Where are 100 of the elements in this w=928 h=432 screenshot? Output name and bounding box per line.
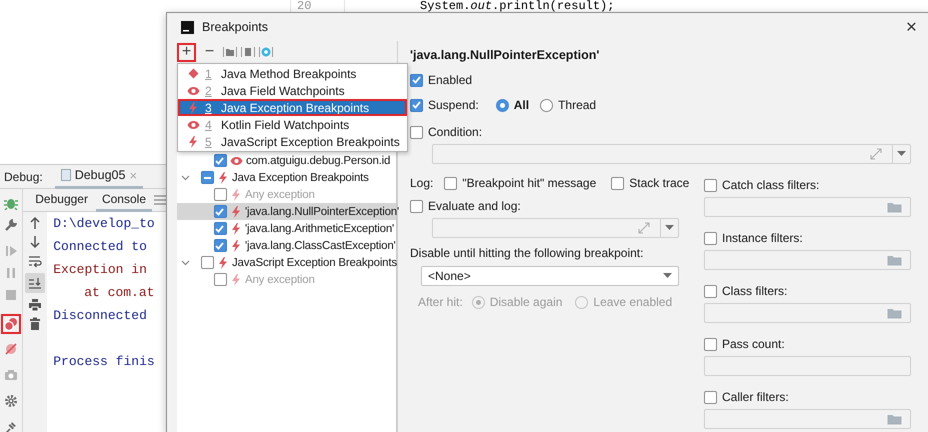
mnemonic-number: 3 (204, 100, 213, 114)
chevron-down-icon[interactable] (181, 173, 190, 182)
stop-icon[interactable] (4, 288, 18, 302)
tree-item[interactable]: JavaScript Exception Breakpoints (177, 254, 396, 271)
soft-wrap-icon[interactable] (28, 254, 42, 268)
breakpoint-select[interactable]: <None> (421, 266, 679, 286)
input-field[interactable] (704, 356, 911, 376)
checkbox[interactable] (410, 200, 423, 212)
checkbox[interactable] (410, 126, 423, 138)
folder-icon[interactable] (887, 254, 902, 266)
chevron-down-icon[interactable] (181, 258, 190, 267)
eye-icon (186, 86, 200, 96)
checkbox[interactable] (410, 98, 423, 112)
close-button[interactable]: × (906, 18, 917, 36)
bug-icon[interactable] (4, 196, 18, 210)
mnemonic-number: 2 (204, 84, 213, 98)
checkbox[interactable] (704, 232, 717, 244)
view-breakpoints-button[interactable] (1, 314, 22, 334)
radio-button[interactable] (540, 98, 554, 112)
lightning-icon (217, 256, 229, 268)
checkbox[interactable] (444, 176, 458, 190)
input-field[interactable] (704, 409, 911, 429)
checkbox[interactable] (704, 390, 717, 404)
dropdown-arrow-icon[interactable] (663, 273, 672, 279)
expand-icon[interactable] (870, 148, 882, 160)
menu-item[interactable]: 5 JavaScript Exception Breakpoints (178, 133, 407, 150)
checkbox-label: Caller filters: (722, 390, 789, 404)
tree-item[interactable]: Java Exception Breakpoints (177, 169, 396, 186)
tree-item[interactable]: 'java.lang.ArithmeticException' (177, 220, 396, 237)
lightning-icon (230, 222, 242, 234)
tree-item[interactable]: 'java.lang.ClassCastException' (177, 237, 396, 254)
input-field[interactable] (704, 303, 911, 323)
checkbox-label: Condition: (428, 125, 482, 139)
mnemonic-number: 4 (204, 118, 213, 132)
down-arrow-icon[interactable] (28, 235, 42, 249)
checkbox-label: Stack trace (629, 176, 690, 190)
checkbox[interactable] (704, 284, 717, 298)
checkbox[interactable] (201, 171, 214, 184)
menu-item[interactable]: 1 Java Method Breakpoints (178, 65, 407, 82)
input-field[interactable] (704, 197, 911, 217)
input-field[interactable] (432, 218, 679, 238)
field-label: Disable until hitting the following breakpoint: (410, 245, 644, 262)
menu-item[interactable]: 3 Java Exception Breakpoints (178, 99, 407, 116)
checkbox[interactable] (704, 178, 717, 192)
radio-label: All (514, 98, 530, 112)
checkbox[interactable] (704, 338, 717, 350)
lightning-icon (217, 172, 229, 184)
tree-item[interactable]: com.atguigu.debug.Person.id (177, 152, 396, 169)
checkbox-label: "Breakpoint hit" message (462, 176, 596, 190)
expand-icon[interactable] (638, 222, 650, 234)
menu-item-label: Java Method Breakpoints (221, 66, 356, 80)
folder-icon[interactable] (887, 413, 902, 425)
printer-icon[interactable] (28, 298, 42, 312)
checkbox[interactable] (201, 256, 214, 269)
dropdown-arrow-icon[interactable] (897, 151, 906, 157)
menu-item[interactable]: 4 Kotlin Field Watchpoints (178, 116, 407, 133)
panel-label: Debug: (4, 170, 43, 184)
input-field[interactable] (432, 144, 911, 164)
checkbox[interactable] (611, 176, 624, 190)
pin-icon[interactable] (4, 420, 18, 432)
lightning-icon (230, 206, 242, 218)
radio-button[interactable] (496, 98, 509, 112)
group-by-folder-icon[interactable] (223, 46, 237, 58)
eye-icon (230, 156, 243, 166)
mute-breakpoints-icon[interactable] (4, 342, 18, 356)
add-button[interactable]: + (177, 42, 196, 62)
checkbox[interactable] (214, 154, 227, 167)
camera-icon[interactable] (4, 368, 18, 382)
tab[interactable]: Debugger (29, 188, 94, 212)
folder-icon[interactable] (887, 201, 902, 213)
radio-label: Leave enabled (593, 295, 672, 309)
checkbox-label: Catch class filters: (722, 178, 820, 192)
menu-item-label: Java Field Watchpoints (221, 84, 345, 98)
mnemonic-number: 5 (204, 134, 213, 148)
resume-icon[interactable] (4, 244, 18, 258)
lightning-icon (230, 240, 242, 252)
group-by-file-icon[interactable] (241, 46, 255, 58)
checkbox-label: Class filters: (722, 284, 788, 298)
session-tab[interactable]: Debug05 × (54, 165, 144, 188)
checkbox[interactable] (410, 74, 423, 86)
code-line: System.out.println(result); (419, 0, 614, 12)
menu-item[interactable]: 2 Java Field Watchpoints (178, 82, 407, 99)
wrench-icon[interactable] (4, 218, 18, 232)
scroll-to-end-button[interactable] (25, 273, 46, 293)
checkbox-label: Instance filters: (722, 231, 803, 245)
menu-icon[interactable] (154, 194, 166, 206)
checkbox[interactable] (214, 222, 227, 235)
menu-item-label: Kotlin Field Watchpoints (221, 118, 350, 132)
folder-icon[interactable] (887, 307, 902, 319)
checkbox[interactable] (214, 239, 227, 252)
menu-item-label: Java Exception Breakpoints (221, 100, 370, 114)
radio-label: Disable again (490, 295, 562, 309)
trash-icon[interactable] (28, 317, 42, 331)
dropdown-arrow-icon[interactable] (665, 225, 674, 231)
class-icon[interactable] (259, 46, 273, 58)
checkbox[interactable] (214, 205, 227, 218)
input-field[interactable] (704, 250, 911, 270)
settings-icon[interactable] (4, 394, 18, 408)
up-arrow-icon[interactable] (28, 216, 42, 230)
remove-button[interactable]: − (200, 42, 219, 62)
